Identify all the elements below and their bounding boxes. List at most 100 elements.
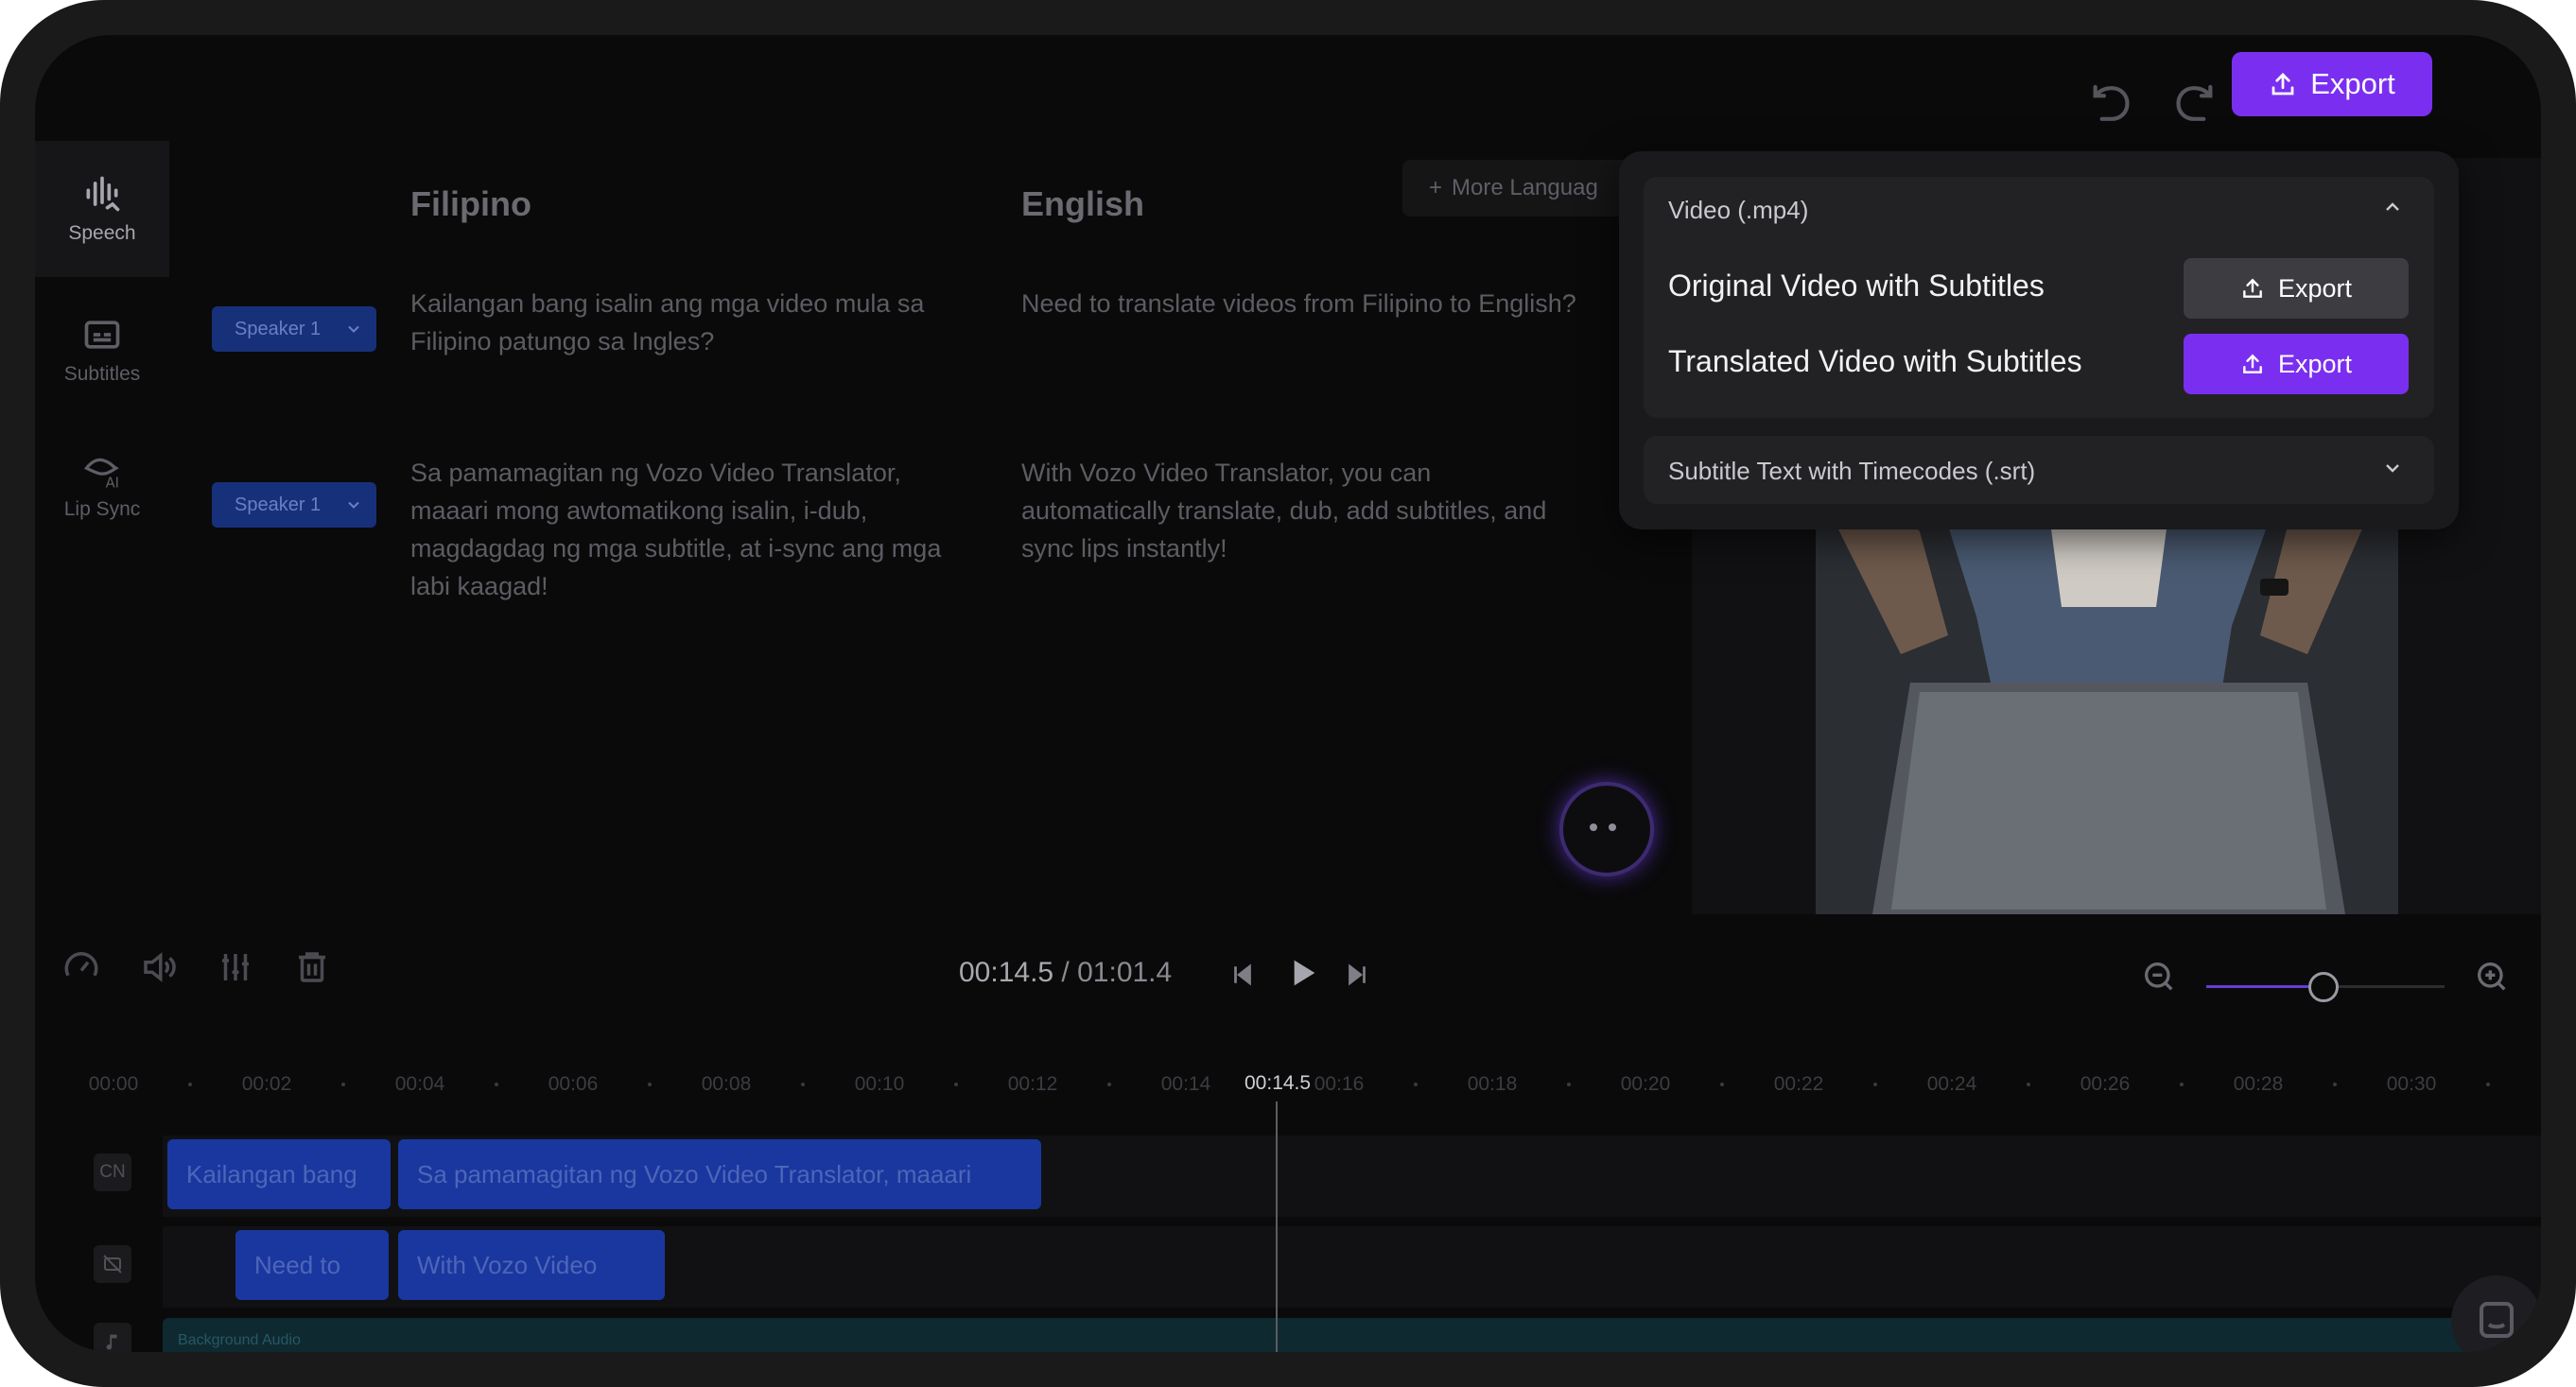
ruler-dot — [495, 1083, 498, 1086]
ruler-tick: 00:06 — [548, 1073, 599, 1095]
ruler-dot — [2486, 1083, 2490, 1086]
speech-waveform-icon — [81, 173, 123, 215]
ruler-tick: 00:20 — [1620, 1073, 1671, 1095]
ruler-tick: 00:30 — [2386, 1073, 2437, 1095]
speaker-select[interactable]: Speaker 1 — [212, 306, 376, 352]
ruler-dot — [341, 1083, 345, 1086]
target-language-heading: English — [1021, 184, 1145, 223]
timeline-clip[interactable]: Sa pamamagitan ng Vozo Video Translator,… — [398, 1139, 1041, 1209]
ruler-tick: 00:00 — [88, 1073, 139, 1095]
export-original-button[interactable]: Export — [2184, 258, 2409, 319]
video-preview[interactable] — [1816, 465, 2398, 914]
track-tag: CN — [94, 1153, 131, 1191]
zoom-out-icon[interactable] — [2140, 958, 2178, 996]
current-time: 00:14.5 — [959, 957, 1054, 988]
playhead-time: 00:14.5 — [1243, 1072, 1314, 1095]
rail-item-label: Lip Sync — [63, 498, 141, 520]
speaker-label: Speaker 1 — [235, 318, 322, 339]
ruler-dot — [2180, 1083, 2184, 1086]
export-button-label: Export — [2310, 67, 2395, 100]
undo-icon[interactable] — [2084, 80, 2137, 133]
rail-item-label: Speech — [68, 222, 136, 244]
upload-icon — [2269, 70, 2297, 98]
chevron-up-icon[interactable] — [2381, 196, 2404, 218]
ruler-dot — [1414, 1083, 1418, 1086]
chevron-down-icon — [344, 495, 363, 514]
timeline-clip[interactable]: With Vozo Video — [398, 1230, 665, 1300]
total-time: 01:01.4 — [1077, 957, 1173, 988]
skip-back-icon[interactable] — [1228, 961, 1257, 989]
ruler-dot — [954, 1083, 958, 1086]
ruler-dot — [2333, 1083, 2337, 1086]
source-line[interactable]: Kailangan bang isalin ang mga video mula… — [410, 285, 968, 360]
translated-video-option-label: Translated Video with Subtitles — [1668, 344, 2082, 378]
speaker-select[interactable]: Speaker 1 — [212, 482, 376, 528]
playhead-line[interactable] — [1276, 1101, 1278, 1352]
video-section-title[interactable]: Video (.mp4) — [1668, 196, 1808, 225]
ruler-tick: 00:02 — [241, 1073, 292, 1095]
ruler-tick: 00:24 — [1926, 1073, 1977, 1095]
app-screen: Export Speech Subtitles AI Lip Sync Fili… — [35, 35, 2541, 1352]
music-note-icon — [94, 1323, 131, 1352]
ruler-tick: 00:28 — [2233, 1073, 2284, 1095]
ruler-tick: 00:14 — [1160, 1073, 1211, 1095]
vozo-assistant-icon[interactable] — [1559, 782, 1654, 876]
play-icon[interactable] — [1283, 954, 1321, 992]
ruler-tick: 00:26 — [2080, 1073, 2131, 1095]
skip-forward-icon[interactable] — [1343, 961, 1371, 989]
export-button[interactable]: Export — [2232, 52, 2432, 116]
zoom-slider-handle[interactable] — [2308, 972, 2339, 1002]
chevron-down-icon — [344, 320, 363, 338]
zoom-in-icon[interactable] — [2473, 958, 2511, 996]
upload-icon — [2240, 352, 2265, 376]
rail-item-lip-sync[interactable]: AI Lip Sync — [35, 449, 169, 521]
ruler-dot — [1567, 1083, 1571, 1086]
original-video-option-label: Original Video with Subtitles — [1668, 269, 2045, 303]
mixer-settings-icon[interactable] — [216, 947, 255, 987]
timecode-display: 00:14.5 / 01:01.4 — [959, 957, 1172, 989]
ruler-tick: 00:10 — [854, 1073, 905, 1095]
trash-icon[interactable] — [292, 947, 332, 987]
ruler-dot — [188, 1083, 192, 1086]
ruler-tick: 00:22 — [1773, 1073, 1824, 1095]
export-translated-button[interactable]: Export — [2184, 334, 2409, 394]
ruler-dot — [1107, 1083, 1111, 1086]
ruler-dot — [648, 1083, 652, 1086]
target-line[interactable]: With Vozo Video Translator, you can auto… — [1021, 454, 1579, 567]
rail-item-subtitles[interactable]: Subtitles — [35, 314, 169, 386]
background-audio-track[interactable]: Background Audio — [163, 1318, 2517, 1352]
chat-icon — [2474, 1298, 2519, 1344]
speaker-label: Speaker 1 — [235, 494, 322, 515]
ruler-tick: 00:08 — [701, 1073, 752, 1095]
time-separator: / — [1053, 957, 1078, 988]
export-translated-label: Export — [2277, 349, 2353, 378]
zoom-slider-fill — [2206, 985, 2324, 988]
target-line[interactable]: Need to translate videos from Filipino t… — [1021, 285, 1579, 322]
lip-sync-ai-icon: AI — [81, 449, 123, 491]
export-original-label: Export — [2277, 273, 2353, 303]
chevron-down-icon[interactable] — [2381, 457, 2404, 479]
ruler-tick: 00:16 — [1314, 1073, 1365, 1095]
srt-section-title[interactable]: Subtitle Text with Timecodes (.srt) — [1668, 457, 2035, 486]
subtitles-icon — [81, 314, 123, 355]
ruler-dot — [2027, 1083, 2030, 1086]
speed-gauge-icon[interactable] — [61, 947, 101, 987]
source-line[interactable]: Sa pamamagitan ng Vozo Video Translator,… — [410, 454, 968, 605]
track-hidden-icon[interactable] — [94, 1245, 131, 1283]
ruler-tick: 00:12 — [1007, 1073, 1058, 1095]
background-audio-label: Background Audio — [178, 1332, 301, 1348]
svg-text:AI: AI — [106, 475, 119, 491]
ruler-dot — [1720, 1083, 1724, 1086]
timeline-clip[interactable]: Need to — [235, 1230, 389, 1300]
ruler-tick: 00:04 — [394, 1073, 445, 1095]
rail-item-label: Subtitles — [63, 363, 141, 385]
rail-item-speech[interactable]: Speech — [35, 141, 169, 277]
volume-icon[interactable] — [139, 947, 179, 987]
ruler-dot — [1873, 1083, 1877, 1086]
ruler-dot — [801, 1083, 805, 1086]
plus-icon: + — [1429, 175, 1443, 200]
chat-support-button[interactable] — [2451, 1275, 2541, 1352]
ruler-tick: 00:18 — [1467, 1073, 1518, 1095]
redo-icon[interactable] — [2168, 80, 2221, 133]
timeline-clip[interactable]: Kailangan bang — [167, 1139, 391, 1209]
